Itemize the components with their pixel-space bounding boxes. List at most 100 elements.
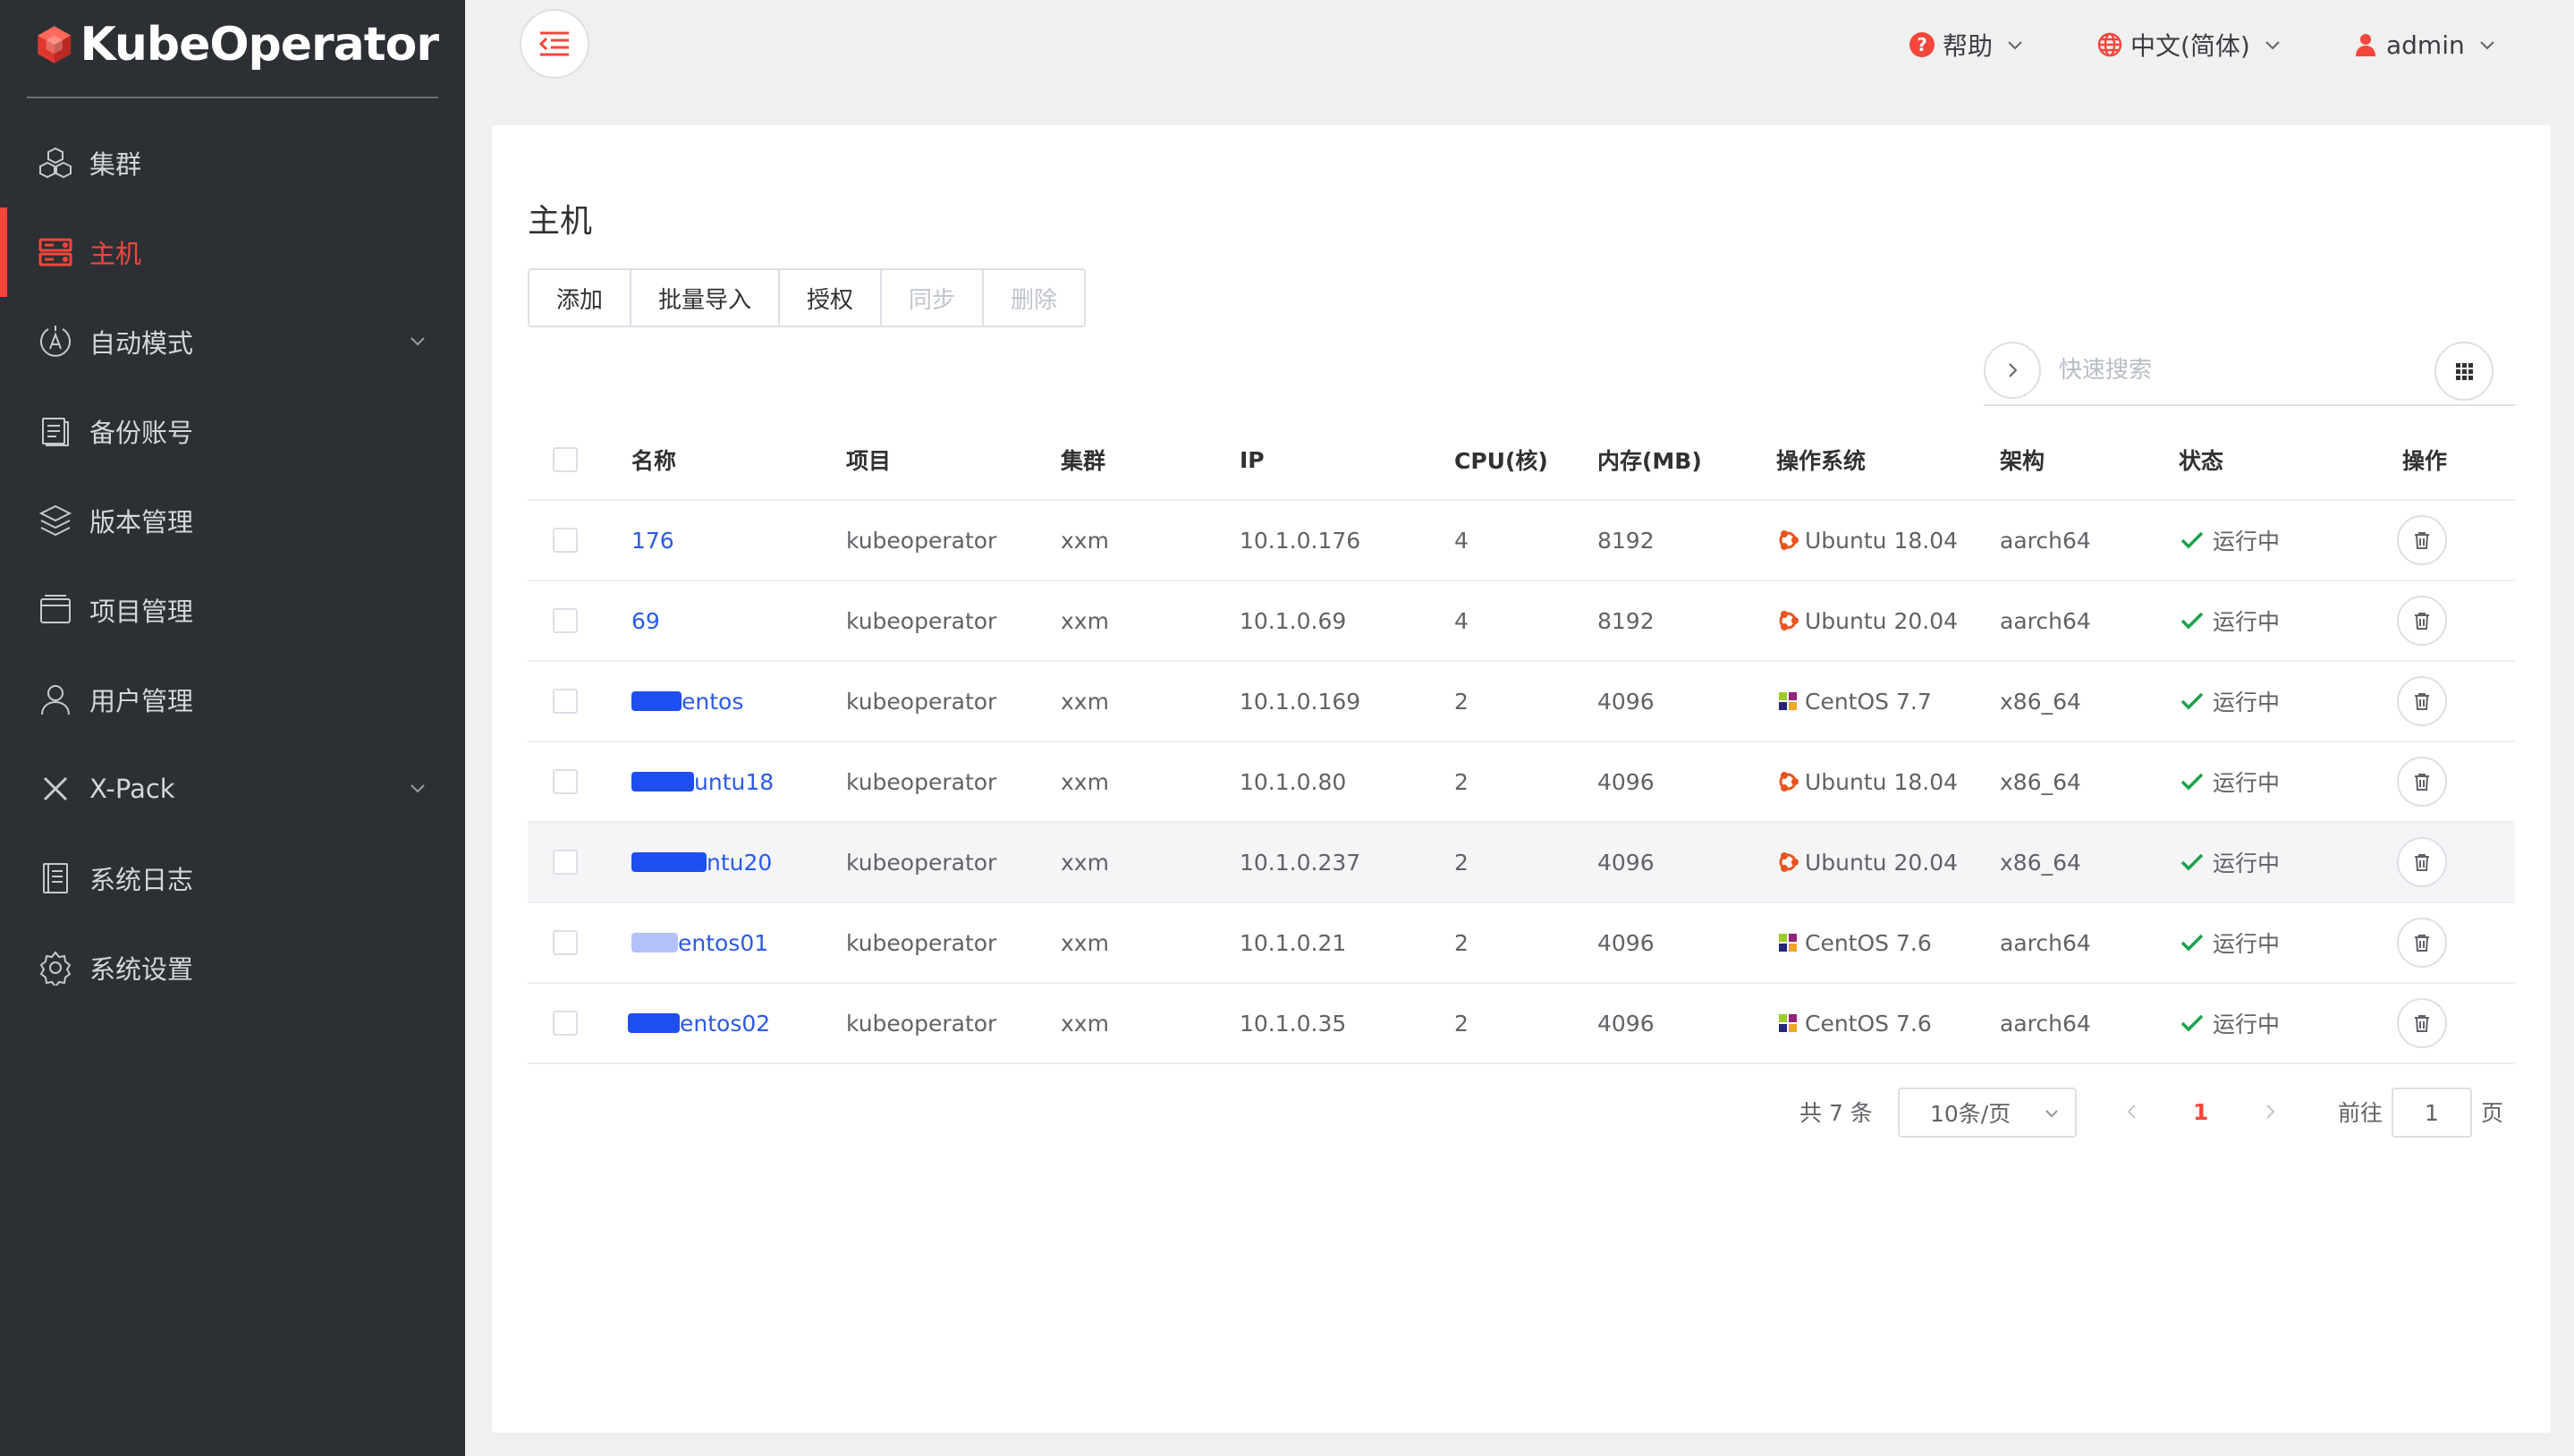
log-icon [38,860,73,896]
row-checkbox[interactable] [553,850,578,875]
chevron-down-icon [411,337,425,346]
centos-icon [1779,934,1797,952]
delete-host-button[interactable] [2397,998,2447,1048]
delete-button[interactable]: 删除 [984,270,1085,326]
search-input[interactable] [2059,349,2417,392]
trash-icon [2415,854,2429,871]
row-checkbox[interactable] [553,608,578,633]
hosts-table: 名称 项目 集群 IP CPU(核) 内存(MB) 操作系统 架构 状态 操作 … [528,420,2515,1064]
host-status: 运行中 [2213,609,2281,635]
host-ip: 10.1.0.237 [1240,849,1361,876]
server-icon [38,234,73,270]
sidebar-collapse-button[interactable] [520,9,589,79]
trash-icon [2415,532,2429,549]
table-row: 176 kubeoperator xxm 10.1.0.176 4 8192 U… [528,501,2515,581]
delete-host-button[interactable] [2397,757,2447,807]
user-icon [38,681,73,717]
sidebar-item-system-settings[interactable]: 系统设置 [0,923,465,1012]
host-ip: 10.1.0.35 [1240,1010,1347,1037]
prev-page-button[interactable] [2121,1088,2143,1136]
sidebar-item-backup-accounts[interactable]: 备份账号 [0,386,465,476]
sidebar-item-clusters[interactable]: 集群 [0,118,465,207]
host-name-link[interactable]: entos [631,662,743,741]
chevron-right-icon [2009,363,2018,377]
user-menu[interactable]: admin [2352,23,2497,66]
host-os: CentOS 7.7 [1805,688,1932,715]
host-ip: 10.1.0.169 [1240,688,1361,715]
goto-label: 前往 [2338,1100,2383,1126]
svg-text:?: ? [1917,34,1927,55]
host-status: 运行中 [2213,690,2281,715]
logo[interactable]: KubeOperator [36,9,439,80]
trash-icon [2415,935,2429,952]
top-header: ? 帮助 中文(简体) admin [465,0,2574,89]
column-header-status[interactable]: 状态 [2179,420,2223,499]
host-name-link[interactable]: entos02 [628,984,770,1062]
user-icon [2356,34,2375,56]
row-checkbox[interactable] [553,930,578,955]
x-icon [38,771,73,807]
folder-icon [38,592,73,628]
search-submit-button[interactable] [1984,342,2041,399]
column-header-memory[interactable]: 内存(MB) [1597,420,1702,499]
host-name-link[interactable]: 69 [631,581,660,660]
host-name-link[interactable]: ntu20 [631,823,772,902]
host-os: Ubuntu 20.04 [1805,607,1959,634]
sidebar-item-hosts[interactable]: 主机 [0,207,465,297]
host-name-link[interactable]: 176 [631,501,674,580]
host-cluster: xxm [1061,929,1109,956]
column-header-arch[interactable]: 架构 [2000,420,2045,499]
delete-host-button[interactable] [2397,676,2447,726]
host-arch: aarch64 [2000,527,2091,554]
help-menu[interactable]: ? 帮助 [1909,23,2025,66]
host-cluster: xxm [1061,768,1109,795]
delete-host-button[interactable] [2397,837,2447,887]
page-number-current[interactable]: 1 [2193,1099,2208,1125]
host-name-link[interactable]: untu18 [631,742,774,821]
column-header-name[interactable]: 名称 [631,420,676,499]
row-checkbox[interactable] [553,689,578,714]
cubes-icon [38,145,73,181]
host-ip: 10.1.0.176 [1240,527,1361,554]
delete-host-button[interactable] [2397,918,2447,968]
ubuntu-icon [1779,852,1799,872]
batch-import-button[interactable]: 批量导入 [631,270,781,326]
column-settings-button[interactable] [2434,342,2494,401]
globe-icon [2097,32,2122,57]
host-memory: 4096 [1597,849,1655,876]
column-header-cpu[interactable]: CPU(核) [1454,420,1548,499]
sidebar-item-project-management[interactable]: 项目管理 [0,565,465,655]
sidebar-item-system-logs[interactable]: 系统日志 [0,834,465,923]
column-header-cluster[interactable]: 集群 [1061,420,1105,499]
row-checkbox[interactable] [553,1011,578,1036]
host-arch: x86_64 [2000,768,2081,795]
add-button[interactable]: 添加 [529,270,632,326]
host-cluster: xxm [1061,607,1109,634]
delete-host-button[interactable] [2397,596,2447,646]
host-name-link[interactable]: entos01 [631,903,768,982]
table-row: untu18 kubeoperator xxm 10.1.0.80 2 4096… [528,742,2515,823]
pagination-total: 共 7 条 [1799,1100,1873,1126]
grid-icon [2456,363,2473,380]
authorize-button[interactable]: 授权 [780,270,883,326]
language-menu[interactable]: 中文(简体) [2096,23,2282,66]
row-checkbox[interactable] [553,769,578,794]
goto-page-input[interactable] [2392,1088,2472,1138]
select-all-checkbox[interactable] [553,447,578,472]
row-checkbox[interactable] [553,528,578,553]
host-memory: 8192 [1597,527,1655,554]
page-size-select[interactable]: 10条/页 [1898,1088,2077,1138]
sidebar-item-auto-mode[interactable]: 自动模式 [0,297,465,386]
sidebar-item-user-management[interactable]: 用户管理 [0,655,465,744]
next-page-button[interactable] [2259,1088,2281,1136]
sidebar-item-x-pack[interactable]: X-Pack [0,744,465,834]
logo-text: KubeOperator [80,18,439,72]
sidebar-item-version-management[interactable]: 版本管理 [0,476,465,565]
column-header-project[interactable]: 项目 [846,420,891,499]
column-header-os[interactable]: 操作系统 [1776,420,1866,499]
delete-host-button[interactable] [2397,515,2447,565]
check-icon [2180,692,2204,710]
sync-button[interactable]: 同步 [882,270,985,326]
column-header-ip[interactable]: IP [1240,420,1265,499]
host-name-text: entos01 [678,929,769,956]
